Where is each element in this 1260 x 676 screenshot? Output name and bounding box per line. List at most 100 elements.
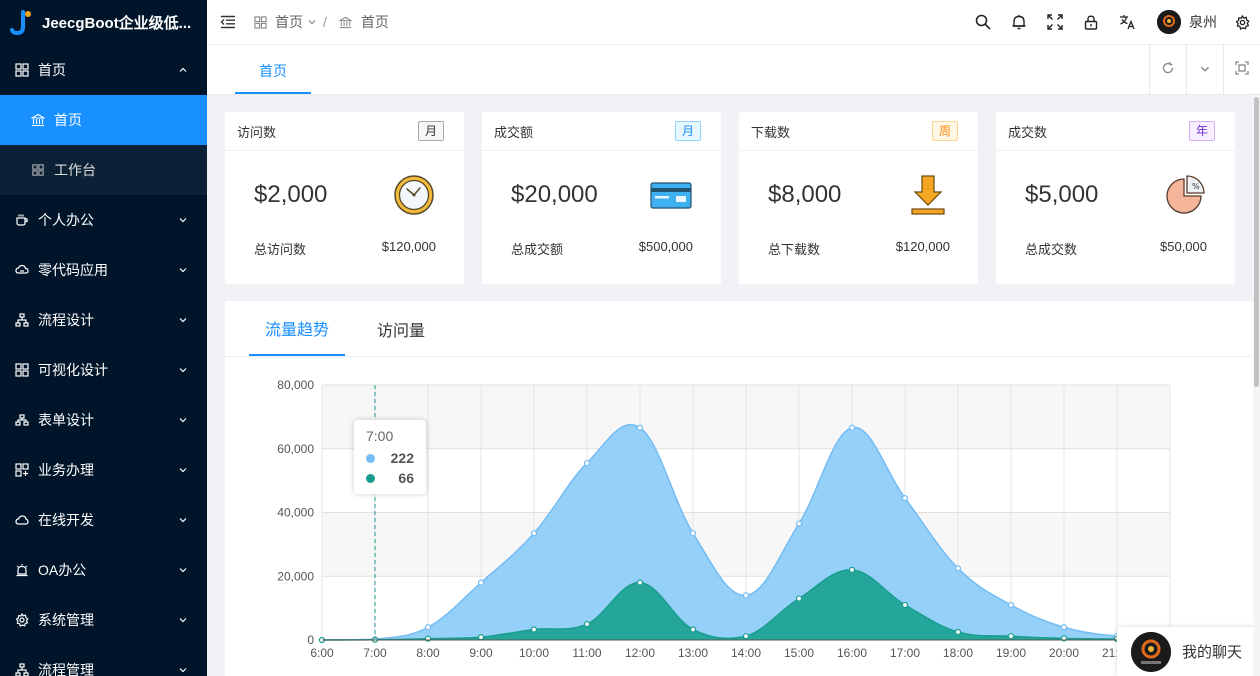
logo[interactable]: JeecgBoot企业级低...: [0, 0, 207, 45]
data-point: [530, 626, 538, 633]
x-tick-label: 16:00: [837, 646, 867, 660]
sidebar-subitem-home[interactable]: 首页: [0, 95, 207, 145]
data-point: [1007, 633, 1015, 640]
data-point: [689, 530, 697, 537]
card-value: $8,000: [768, 181, 842, 208]
refresh-button[interactable]: [1149, 45, 1186, 94]
sidebar-item-online-dev[interactable]: 在线开发: [0, 495, 207, 545]
fullscreen-icon[interactable]: [1046, 13, 1064, 31]
sidebar-item-label: 表单设计: [38, 412, 94, 428]
business-icon: [14, 462, 30, 478]
coffee-icon: [14, 212, 30, 228]
submenu-home: 首页 工作台: [0, 95, 207, 195]
scrollbar[interactable]: [1253, 95, 1260, 676]
data-point: [689, 626, 697, 633]
chevron-down-icon: [177, 614, 189, 626]
bell-icon[interactable]: [1010, 13, 1028, 31]
sidebar-item-zero-code[interactable]: 零代码应用: [0, 245, 207, 295]
card-title: 下载数: [751, 124, 791, 140]
card-footer-value: $120,000: [381, 239, 436, 254]
card-footer-value: $120,000: [895, 239, 950, 254]
y-tick-label: 60,000: [277, 442, 314, 456]
svg-text:%: %: [1192, 182, 1200, 191]
card-value: $20,000: [511, 181, 598, 208]
tab-fullscreen-button[interactable]: [1223, 45, 1260, 94]
sidebar-item-flow-design[interactable]: 流程设计: [0, 295, 207, 345]
chevron-down-icon: [177, 514, 189, 526]
data-point: [530, 530, 538, 537]
cloud-app-icon: [14, 262, 30, 278]
data-point: [954, 565, 962, 572]
chevron-down-icon: [177, 414, 189, 426]
chevron-up-icon: [177, 64, 189, 76]
jeecg-logo-icon: [10, 9, 32, 36]
data-point: [477, 579, 485, 586]
sidebar-item-personal-office[interactable]: 个人办公: [0, 195, 207, 245]
tooltip-value: 222: [390, 450, 414, 466]
sidebar-item-system[interactable]: 系统管理: [0, 595, 207, 645]
data-point: [795, 520, 803, 527]
process-icon: [14, 662, 30, 676]
breadcrumb-item[interactable]: 首页: [275, 12, 303, 32]
data-point: [901, 601, 909, 609]
data-point: [848, 424, 856, 431]
card-footer-label: 总访问数: [254, 242, 307, 257]
data-point: [583, 620, 591, 628]
flow-icon: [14, 312, 30, 328]
search-icon[interactable]: [974, 13, 992, 31]
main-content: 访问数 月 $2,000 总访问数 $120,000 成交额 月 $20,000: [207, 95, 1253, 676]
chat-label: 我的聊天: [1182, 644, 1243, 661]
y-tick-label: 20,000: [277, 569, 314, 583]
sidebar-subitem-label: 工作台: [54, 162, 96, 178]
chevron-down-icon: [177, 564, 189, 576]
tooltip-title: 7:00: [366, 428, 394, 444]
sidebar-item-process[interactable]: 流程管理: [0, 645, 207, 676]
sidebar-item-label: 流程设计: [38, 312, 94, 328]
traffic-area-chart[interactable]: 80,000 60,000 40,000 20,000 06:00 7:00 8:00 9:0…: [225, 357, 1253, 676]
card-title: 成交数: [1008, 124, 1048, 140]
tab-menu-button[interactable]: [1186, 45, 1223, 94]
x-tick-label: 17:00: [890, 646, 920, 660]
sidebar-item-label: 首页: [38, 62, 66, 78]
chat-button[interactable]: 我的聊天: [1117, 627, 1260, 676]
chevron-down-icon[interactable]: [307, 14, 317, 30]
scrollbar-thumb[interactable]: [1254, 97, 1259, 387]
period-tag: 周: [931, 121, 958, 141]
sidebar-item-home[interactable]: 首页: [0, 45, 207, 95]
chart-tooltip: 7:00 222 66: [354, 420, 426, 494]
avatar[interactable]: [1157, 10, 1181, 34]
x-tick-label: 15:00: [784, 646, 814, 660]
card-title: 访问数: [237, 124, 277, 140]
data-point: [1007, 601, 1015, 609]
sidebar-item-form-design[interactable]: 表单设计: [0, 395, 207, 445]
sidebar-subitem-workbench[interactable]: 工作台: [0, 145, 207, 195]
y-tick-label: 0: [307, 633, 314, 647]
lock-icon[interactable]: [1082, 13, 1100, 31]
gear-icon: [14, 612, 30, 628]
x-tick-label: 18:00: [943, 646, 973, 660]
x-tick-label: 13:00: [678, 646, 708, 660]
tab-visits[interactable]: 访问量: [361, 301, 441, 356]
sidebar-item-business[interactable]: 业务办理: [0, 445, 207, 495]
tab-home[interactable]: 首页: [235, 50, 311, 94]
series-dot: [366, 453, 375, 463]
sidebar-item-visual-design[interactable]: 可视化设计: [0, 345, 207, 395]
period-tag: 年: [1188, 121, 1215, 141]
menu-fold-icon[interactable]: [219, 13, 237, 31]
sidebar-item-oa[interactable]: OA办公: [0, 545, 207, 595]
card-footer-label: 总成交额: [511, 242, 564, 257]
data-point: [795, 595, 803, 602]
tab-traffic-trend[interactable]: 流量趋势: [249, 301, 346, 356]
translate-icon[interactable]: [1118, 13, 1136, 31]
pie-percent-icon: %: [1163, 173, 1207, 217]
card-value: $5,000: [1025, 181, 1099, 208]
card-footer-value: $500,000: [638, 239, 693, 254]
tooltip-row: 66: [366, 470, 414, 486]
user-name[interactable]: 泉州: [1189, 12, 1217, 32]
app-title: JeecgBoot企业级低...: [42, 15, 192, 32]
x-tick-label: 12:00: [625, 646, 655, 660]
period-tag: 月: [674, 121, 701, 141]
x-tick-label: 11:00: [572, 646, 601, 660]
gear-icon[interactable]: [1233, 13, 1251, 31]
sidebar-item-label: 可视化设计: [38, 362, 108, 378]
